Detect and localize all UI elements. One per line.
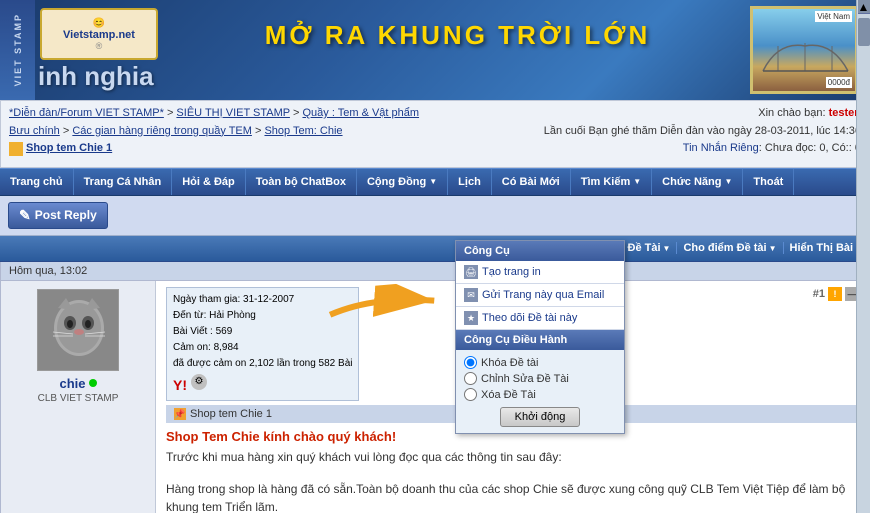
header-subtitle: inh nghia [38, 61, 154, 92]
chevron-down-icon5: ▼ [663, 244, 671, 253]
post-reply-button[interactable]: ✎ Post Reply [8, 202, 108, 229]
avatar [37, 289, 119, 371]
header-title: MỞ RA KHUNG TRỜI LỚN [175, 20, 740, 51]
breadcrumb-cacgian[interactable]: Các gian hàng riêng trong quầy TEM [72, 125, 252, 137]
post-text-line1: Trước khi mua hàng xin quý khách vui lòn… [166, 448, 859, 466]
logo-smile: 😊 [93, 18, 105, 29]
user-sidebar: chie CLB VIET STAMP [1, 281, 156, 513]
radio-chinhsua-input[interactable] [464, 372, 477, 385]
vietstamp-logo[interactable]: 😊 Vietstamp.net ® [40, 8, 158, 60]
post-number: #1 [813, 288, 825, 300]
chevron-down-icon: ▼ [429, 177, 437, 186]
logo-text: Vietstamp.net [63, 29, 135, 41]
folder-icon [9, 142, 23, 156]
scroll-thumb[interactable] [858, 18, 870, 46]
tao-trang-in-item[interactable]: 🖨 Tạo trang in [456, 261, 624, 284]
user-icons: Y! ⚙ [173, 374, 352, 396]
warning-icon: ! [828, 287, 842, 301]
profile-icon: ⚙ [191, 374, 207, 390]
post-number-row: #1 ! — [813, 287, 859, 301]
site-header: VIET STAMP 😊 Vietstamp.net ® MỞ RA KHUNG… [0, 0, 870, 100]
nav-chatbox[interactable]: Toàn bộ ChatBox [246, 169, 357, 195]
scroll-up[interactable]: ▲ [858, 0, 870, 14]
stamp-value: 0000đ [826, 77, 852, 88]
nav-trangcanhan[interactable]: Trang Cá Nhân [74, 169, 173, 195]
forum-controls-bar: Công Cụ ▼ Tìm Trong Đề Tài ▼ Cho điểm Đề… [0, 236, 870, 262]
follow-icon: ★ [464, 311, 478, 325]
theo-doi-item[interactable]: ★ Theo dõi Đề tài này [456, 307, 624, 330]
nav-trangchu[interactable]: Trang chủ [0, 169, 74, 195]
congcu-dropdown-menu: Công Cụ 🖨 Tạo trang in ✉ Gửi Trang này q… [455, 240, 625, 434]
user-greeting: Xin chào bạn: tester. Lần cuối Bạn ghé t… [544, 105, 861, 158]
nav-timkiem[interactable]: Tìm Kiếm▼ [571, 169, 652, 195]
nav-chucnang[interactable]: Chức Năng▼ [652, 169, 743, 195]
radio-xoa-input[interactable] [464, 388, 477, 401]
left-strip-text: VIET STAMP [13, 13, 23, 86]
chevron-down-icon6: ▼ [769, 244, 777, 253]
dropdown-header: Công Cụ [456, 241, 624, 261]
logo-registered: ® [96, 41, 103, 51]
radio-xoa: Xóa Đề Tài [464, 388, 616, 401]
print-icon: 🖨 [464, 265, 478, 279]
navbar: Trang chủ Trang Cá Nhân Hỏi & Đáp Toàn b… [0, 168, 870, 196]
cho-diem-dropdown[interactable]: Cho điểm Đề tài ▼ [676, 242, 782, 254]
user-name-link[interactable]: chie [59, 376, 85, 391]
inbox-link[interactable]: Tin Nhắn Riêng [683, 142, 759, 154]
radio-khoa: Khóa Đề tài [464, 356, 616, 369]
breadcrumb-shopchie1[interactable]: Shop tem Chie 1 [26, 140, 112, 158]
post-icon: 📌 [174, 408, 186, 420]
edit-icon: ✎ [19, 207, 31, 224]
user-name-row: chie [9, 376, 147, 391]
stamp-image: Việt Nam 0000đ [750, 6, 858, 94]
post-reply-bar: ✎ Post Reply [0, 196, 870, 236]
arrow-pointer [323, 280, 447, 343]
online-indicator [89, 379, 97, 387]
breadcrumb-sieuthi[interactable]: SIÊU THỊ VIET STAMP [176, 107, 290, 119]
breadcrumb: *Diễn đàn/Forum VIET STAMP* > SIÊU THỊ V… [9, 105, 439, 163]
khoi-dong-button[interactable]: Khởi động [500, 407, 581, 427]
post-meta-row: Hôm qua, 13:02 [1, 262, 869, 281]
chevron-down-icon3: ▼ [724, 177, 732, 186]
nav-congdong[interactable]: Cộng Đồng▼ [357, 169, 448, 195]
nav-lich[interactable]: Lịch [448, 169, 492, 195]
radio-chinhsua: Chỉnh Sửa Đề Tài [464, 372, 616, 385]
radio-khoa-input[interactable] [464, 356, 477, 369]
admin-tools-header: Công Cụ Điều Hành [456, 330, 624, 350]
gui-trang-email-item[interactable]: ✉ Gửi Trang này qua Email [456, 284, 624, 307]
stamp-country: Việt Nam [815, 11, 852, 22]
breadcrumb-forum[interactable]: *Diễn đàn/Forum VIET STAMP* [9, 107, 164, 119]
nav-thoat[interactable]: Thoát [743, 169, 794, 195]
nav-hoidap[interactable]: Hỏi & Đáp [172, 169, 246, 195]
email-icon: ✉ [464, 288, 478, 302]
info-bar: *Diễn đàn/Forum VIET STAMP* > SIÊU THỊ V… [0, 100, 870, 168]
yahoo-icon: Y! [173, 374, 187, 396]
admin-tools-body: Khóa Đề tài Chỉnh Sửa Đề Tài Xóa Đề Tài … [456, 350, 624, 433]
post-text-line2: Hàng trong shop là hàng đã có sẵn.Toàn b… [166, 480, 859, 513]
breadcrumb-shoptem[interactable]: Shop Tem: Chie [264, 125, 342, 137]
scrollbar[interactable]: ▲ [856, 0, 870, 513]
user-group: CLB VIET STAMP [9, 393, 147, 404]
nav-cobaimoi[interactable]: Có Bài Mới [492, 169, 571, 195]
chevron-down-icon2: ▼ [633, 177, 641, 186]
